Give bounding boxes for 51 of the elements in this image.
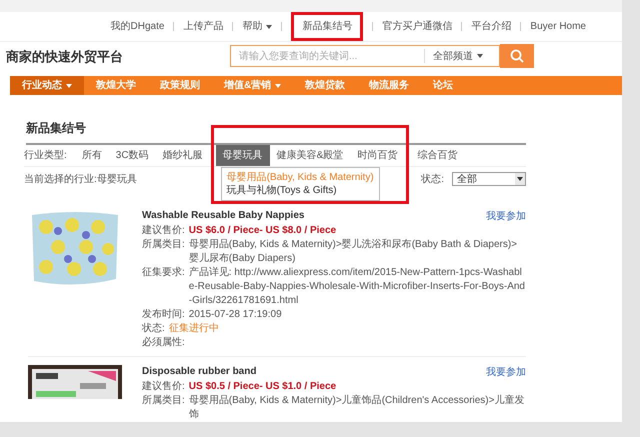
caret-icon <box>66 84 72 88</box>
field-label: 建议售价: <box>142 224 185 238</box>
status-select[interactable]: 全部 <box>452 172 526 186</box>
filter-tab[interactable]: 所有 <box>74 145 109 166</box>
top-link[interactable]: 平台介绍 <box>471 19 512 34</box>
page-title: 新品集结号 <box>26 119 526 145</box>
field-value: US $0.5 / Piece- US $1.0 / Piece <box>188 380 336 394</box>
field-value: 母婴用品(Baby, Kids & Maternity)>婴儿洗浴和尿布(Baby Bath & Diapers)>婴儿尿布(Baby Diapers) <box>188 238 518 266</box>
field-label: 所属类目: <box>142 394 185 408</box>
filter-tab[interactable]: 婚纱礼服 <box>156 145 210 166</box>
top-link[interactable]: 新品集结号 <box>302 19 352 34</box>
join-link[interactable]: 我要参加 <box>486 209 526 224</box>
status-label: 状态: <box>421 172 444 186</box>
caret-icon <box>275 84 282 88</box>
top-link[interactable]: Buyer Home <box>530 19 586 34</box>
dropdown-item[interactable]: 玩具与礼物(Toys & Gifts) <box>226 184 374 197</box>
site-slogan: 商家的快速外贸平台 <box>6 48 124 66</box>
field-label: 发布时间: <box>142 308 185 322</box>
nav-item[interactable]: 行业动态 <box>10 76 84 95</box>
top-link[interactable]: 帮助 <box>242 19 272 34</box>
field-label: 所属类目: <box>142 238 185 252</box>
product-title: Washable Reusable Baby Nappies <box>142 209 304 222</box>
top-link[interactable]: 官方买户通微信 <box>382 19 452 34</box>
search-button[interactable] <box>500 44 534 68</box>
field-value: 母婴用品(Baby, Kids & Maternity)>儿童饰品(Children's Accessories)>儿童发饰 <box>188 394 526 422</box>
caret-icon <box>266 24 272 29</box>
filter-tab[interactable]: 健康美容&殿堂 <box>270 145 350 166</box>
product-title: Disposable rubber band <box>142 365 256 378</box>
filter-tab[interactable]: 综合百货 <box>410 145 464 166</box>
search-field[interactable]: 请输入您要查询的关键词... 全部频道 <box>230 45 500 68</box>
search-icon <box>510 49 524 64</box>
top-link[interactable]: 我的DHgate <box>110 19 164 34</box>
field-value: 征集进行中 <box>168 322 219 336</box>
caret-icon <box>477 54 483 58</box>
field-value: 产品详见: http://www.aliexpress.com/item/2015-New-Pattern-1pcs-Washable-Reusable-Baby-Nappies-Wholesale-With-Microfiber-Inserts-For-Boys-And-Girls/32261781691.html <box>188 266 526 308</box>
field-label: 征集要求: <box>142 266 185 280</box>
top-link[interactable]: 上传产品 <box>183 19 224 34</box>
field-value: 2015-07-28 17:19:09 <box>188 308 282 322</box>
search-placeholder: 请输入您要查询的关键词... <box>239 50 358 64</box>
filter-label: 行业类型: <box>24 148 67 163</box>
field-label: 必须属性: <box>142 336 185 350</box>
join-link[interactable]: 我要参加 <box>486 365 526 380</box>
field-label: 状态: <box>142 322 165 336</box>
field-label: 建议售价: <box>142 380 185 394</box>
caret-icon <box>515 173 525 185</box>
filter-tab[interactable]: 时尚百货 <box>350 145 404 166</box>
field-value: US $6.0 / Piece- US $8.0 / Piece <box>188 224 336 238</box>
filter-tab[interactable]: 3C数码 <box>108 145 156 166</box>
current-industry: 当前选择的行业:母婴玩具 <box>24 172 137 186</box>
filter-tab[interactable]: 母婴玩具 <box>216 145 270 166</box>
search-scope[interactable]: 全部频道 <box>433 48 491 64</box>
